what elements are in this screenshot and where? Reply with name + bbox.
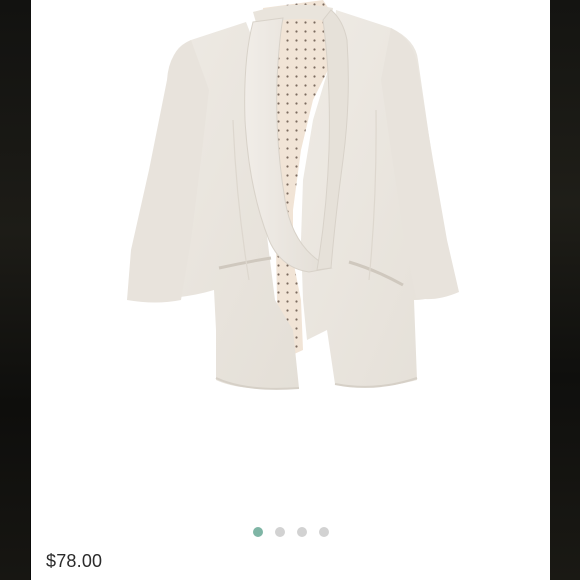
carousel-dots	[31, 527, 550, 539]
carousel-dot-4[interactable]	[318, 527, 329, 537]
product-price: $78.00	[46, 551, 103, 571]
product-image[interactable]	[31, 0, 550, 514]
carousel-dot-3[interactable]	[296, 527, 307, 537]
carousel-dot-2[interactable]	[274, 527, 285, 537]
blazer-photo-icon	[127, 0, 459, 390]
backdrop-left-edge	[0, 0, 30, 580]
backdrop-right-edge	[550, 0, 580, 580]
product-card: $78.00	[31, 0, 550, 580]
carousel-dot-1[interactable]	[252, 527, 263, 537]
